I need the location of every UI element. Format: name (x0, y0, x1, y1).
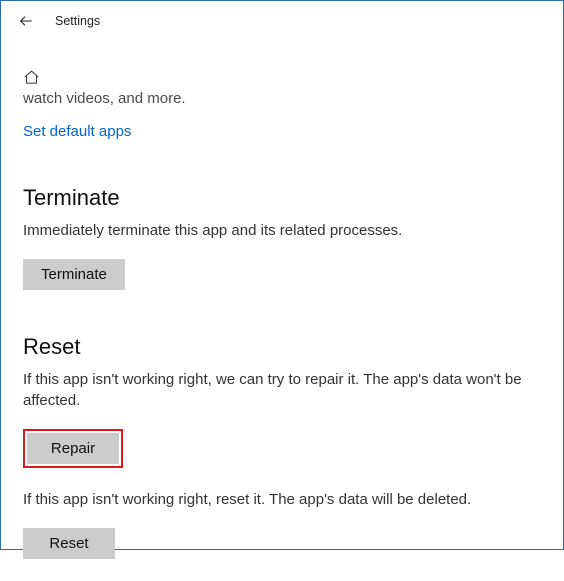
truncated-text: watch videos, and more. (23, 90, 541, 107)
content-area: watch videos, and more. Set default apps… (1, 41, 563, 581)
arrow-left-icon (18, 13, 34, 29)
window-title: Settings (55, 14, 100, 28)
set-default-apps-link[interactable]: Set default apps (23, 123, 131, 140)
reset-button[interactable]: Reset (23, 528, 115, 559)
repair-button[interactable]: Repair (27, 433, 119, 464)
terminate-button[interactable]: Terminate (23, 259, 125, 290)
terminate-heading: Terminate (23, 185, 541, 211)
terminate-section: Terminate Immediately terminate this app… (23, 185, 541, 290)
back-button[interactable] (15, 10, 37, 32)
home-button[interactable] (23, 69, 541, 86)
reset-section: Reset If this app isn't working right, w… (23, 334, 541, 559)
repair-description: If this app isn't working right, we can … (23, 370, 541, 411)
reset-description: If this app isn't working right, reset i… (23, 490, 541, 510)
repair-highlight: Repair (23, 429, 123, 468)
terminate-description: Immediately terminate this app and its r… (23, 221, 541, 241)
title-bar: Settings (1, 1, 563, 41)
reset-heading: Reset (23, 334, 541, 360)
home-icon (23, 69, 40, 86)
